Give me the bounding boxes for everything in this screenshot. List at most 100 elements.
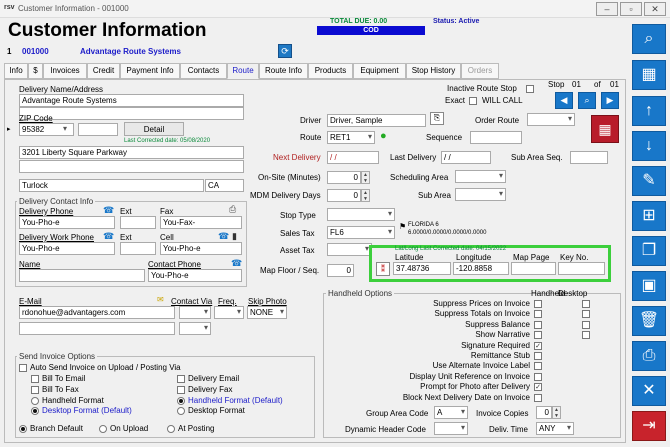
delivery-phone-field[interactable]: You-Pho-e bbox=[19, 216, 115, 229]
email-field[interactable]: rdonohue@advantagers.com bbox=[19, 306, 175, 319]
zip-extra-field[interactable] bbox=[78, 123, 118, 136]
print-icon[interactable]: ⎙ bbox=[632, 341, 666, 371]
work-phone-field[interactable]: You-Pho-e bbox=[19, 242, 115, 255]
driver-field[interactable]: Driver, Sample bbox=[327, 114, 426, 127]
handheld-option-checkbox[interactable] bbox=[534, 362, 542, 371]
handheld-option-checkbox[interactable] bbox=[534, 331, 542, 340]
prev-stop-button[interactable]: ◀ bbox=[555, 92, 573, 109]
contact-phone-field[interactable]: You-Pho-e bbox=[148, 269, 242, 282]
minimize-icon[interactable]: – bbox=[596, 2, 618, 16]
delivery-phone-ext-field[interactable] bbox=[120, 216, 156, 229]
email-icon[interactable]: ✉ bbox=[157, 295, 164, 304]
desktop-option-checkbox[interactable] bbox=[582, 331, 590, 340]
exact-checkbox[interactable] bbox=[469, 97, 477, 105]
state-field[interactable]: CA bbox=[205, 179, 244, 192]
tab-credit[interactable]: Credit bbox=[87, 63, 120, 79]
onsite-field[interactable]: 0 bbox=[327, 171, 361, 184]
search-stop-button[interactable]: ⌕ bbox=[578, 92, 596, 109]
calendar-icon[interactable]: ▦ bbox=[591, 115, 619, 143]
contact-via-select-2[interactable] bbox=[179, 322, 211, 335]
auto-send-checkbox[interactable] bbox=[19, 364, 27, 372]
at-posting-radio[interactable] bbox=[167, 425, 175, 433]
cell-phone-icon[interactable]: ☎ bbox=[218, 231, 229, 242]
stop-type-select[interactable] bbox=[327, 208, 395, 221]
scheduling-area-select[interactable] bbox=[455, 170, 506, 183]
map-pin-icon[interactable]: ● bbox=[380, 130, 387, 142]
close-icon[interactable]: ✕ bbox=[644, 2, 666, 16]
dynamic-header-select[interactable] bbox=[434, 422, 468, 435]
inactive-route-stop-checkbox[interactable] bbox=[526, 85, 534, 93]
tab-route-info[interactable]: Route Info bbox=[259, 63, 308, 79]
sub-area-seq-field[interactable] bbox=[570, 151, 608, 164]
map-marker-icon[interactable]: ⁑ bbox=[376, 262, 390, 276]
handheld-format-default-radio[interactable] bbox=[177, 397, 185, 405]
tab-route[interactable]: Route bbox=[227, 63, 259, 79]
tab-equipment[interactable]: Equipment bbox=[353, 63, 406, 79]
work-phone-ext-field[interactable] bbox=[120, 242, 156, 255]
handheld-option-checkbox[interactable] bbox=[534, 300, 542, 308]
arrow-down-icon[interactable]: ↓ bbox=[632, 131, 666, 161]
latitude-field[interactable]: 37.48736 bbox=[393, 262, 451, 275]
grid-view-icon[interactable]: ▦ bbox=[632, 60, 666, 90]
arrow-up-icon[interactable]: ↑ bbox=[632, 96, 666, 126]
desktop-format-default-radio[interactable] bbox=[31, 407, 39, 415]
new-document-icon[interactable]: ⊞ bbox=[632, 201, 666, 231]
tab-invoices[interactable]: Invoices bbox=[43, 63, 87, 79]
address-field-2[interactable] bbox=[19, 160, 244, 173]
refresh-button[interactable]: ⟳ bbox=[278, 44, 292, 58]
search-icon[interactable]: ⌕ bbox=[632, 24, 666, 54]
exit-icon[interactable]: ⇥ bbox=[632, 411, 666, 441]
sub-area-select[interactable] bbox=[455, 188, 506, 201]
invoice-copies-field[interactable]: 0 bbox=[536, 406, 552, 419]
fax-field[interactable]: You-Fax- bbox=[160, 216, 242, 229]
bill-to-fax-checkbox[interactable] bbox=[31, 386, 39, 394]
last-delivery-field[interactable]: / / bbox=[441, 151, 491, 164]
detail-button[interactable]: Detail bbox=[124, 122, 184, 136]
handheld-option-checkbox[interactable] bbox=[534, 383, 542, 392]
branch-default-radio[interactable] bbox=[19, 425, 27, 433]
city-field[interactable]: Turlock bbox=[19, 179, 204, 192]
delivery-email-checkbox[interactable] bbox=[177, 375, 185, 383]
contact-via-select[interactable] bbox=[179, 306, 211, 319]
mdm-field[interactable]: 0 bbox=[327, 189, 361, 202]
cell-field[interactable]: You-Pho-e bbox=[160, 242, 242, 255]
edit-icon[interactable]: ✎ bbox=[632, 166, 666, 196]
on-upload-radio[interactable] bbox=[99, 425, 107, 433]
handheld-option-checkbox[interactable] bbox=[534, 341, 542, 350]
cancel-icon[interactable]: ✕ bbox=[632, 376, 666, 406]
mdm-spinner[interactable]: ▲ ▼ bbox=[361, 189, 370, 202]
copy-document-icon[interactable]: ❐ bbox=[632, 236, 666, 266]
key-no-field[interactable] bbox=[558, 262, 605, 275]
deliv-time-select[interactable]: ANY bbox=[536, 422, 574, 435]
next-stop-button[interactable]: ▶ bbox=[601, 92, 619, 109]
zip-dropdown-icon[interactable]: ▾ bbox=[63, 124, 67, 133]
tab-info[interactable]: Info bbox=[4, 63, 28, 79]
phone-icon[interactable]: ☎ bbox=[103, 205, 114, 216]
save-icon[interactable]: ▣ bbox=[632, 271, 666, 301]
desktop-option-checkbox[interactable] bbox=[582, 320, 590, 329]
tab-orders[interactable]: Orders bbox=[461, 63, 499, 79]
map-floor-field[interactable]: 0 bbox=[327, 264, 354, 277]
group-area-select[interactable]: A bbox=[434, 406, 468, 419]
sms-icon[interactable]: ▮ bbox=[232, 231, 237, 242]
tab-stop-history[interactable]: Stop History bbox=[406, 63, 461, 79]
maximize-icon[interactable]: ▫ bbox=[620, 2, 642, 16]
delivery-name-field[interactable]: Advantage Route Systems bbox=[19, 94, 244, 107]
freq-select[interactable] bbox=[214, 306, 244, 319]
handheld-option-checkbox[interactable] bbox=[534, 320, 542, 329]
handheld-option-checkbox[interactable] bbox=[534, 310, 542, 319]
contact-name-field[interactable] bbox=[19, 269, 145, 282]
next-delivery-field[interactable]: / / bbox=[327, 151, 379, 164]
handheld-option-checkbox[interactable] bbox=[534, 372, 542, 381]
asset-tax-select[interactable] bbox=[327, 243, 372, 256]
map-page-field[interactable] bbox=[511, 262, 556, 275]
desktop-option-checkbox[interactable] bbox=[582, 310, 590, 319]
longitude-field[interactable]: -120.8858 bbox=[453, 262, 509, 275]
desktop-format-radio[interactable] bbox=[177, 407, 185, 415]
invoice-copies-spinner[interactable]: ▲ ▼ bbox=[552, 406, 561, 419]
email-field-2[interactable] bbox=[19, 322, 175, 335]
tab-products[interactable]: Products bbox=[308, 63, 353, 79]
sales-tax-select[interactable]: FL6 bbox=[327, 226, 395, 239]
work-phone-icon[interactable]: ☎ bbox=[103, 231, 114, 242]
delivery-fax-checkbox[interactable] bbox=[177, 386, 185, 394]
